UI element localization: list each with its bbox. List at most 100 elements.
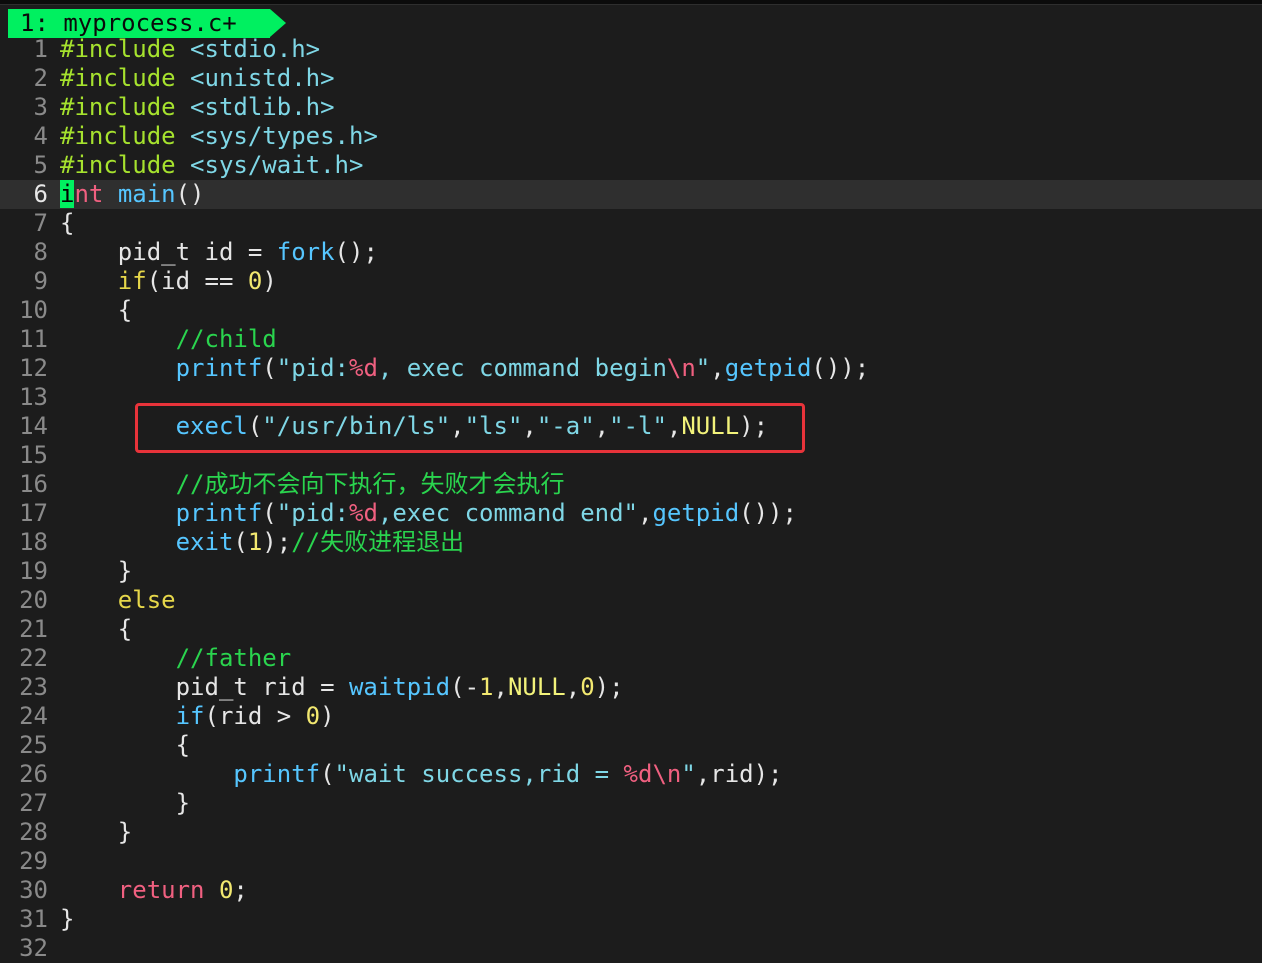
code-token: { bbox=[60, 731, 191, 759]
line-number: 7 bbox=[33, 209, 48, 237]
code-line[interactable]: 31} bbox=[0, 905, 1262, 934]
code-line[interactable]: 26 printf("wait success,rid = %d\n",rid)… bbox=[0, 760, 1262, 789]
text-cursor: i bbox=[60, 180, 75, 208]
line-text: } bbox=[60, 557, 132, 585]
line-text: #include <unistd.h> bbox=[60, 64, 335, 92]
line-text: pid_t id = fork(); bbox=[60, 238, 378, 266]
code-token: <stdio.h> bbox=[190, 35, 321, 63]
code-token: 0 bbox=[247, 267, 263, 295]
code-line[interactable]: 20 else bbox=[0, 586, 1262, 615]
code-line[interactable]: 12 printf("pid:%d, exec command begin\n"… bbox=[0, 354, 1262, 383]
code-token: "pid: bbox=[276, 354, 349, 382]
code-token: else bbox=[117, 586, 176, 614]
code-token: //child bbox=[175, 325, 277, 353]
line-text: { bbox=[60, 209, 74, 237]
code-token: if bbox=[117, 267, 147, 295]
line-number: 13 bbox=[19, 383, 48, 411]
code-token: getpid bbox=[652, 499, 740, 527]
code-line[interactable]: 27 } bbox=[0, 789, 1262, 818]
code-line[interactable]: 24 if(rid > 0) bbox=[0, 702, 1262, 731]
line-number: 9 bbox=[33, 267, 48, 295]
code-line[interactable]: 23 pid_t rid = waitpid(-1,NULL,0); bbox=[0, 673, 1262, 702]
line-number: 11 bbox=[19, 325, 48, 353]
code-token: NULL bbox=[507, 673, 566, 701]
line-text: //child bbox=[60, 325, 277, 353]
code-line[interactable]: 29 bbox=[0, 847, 1262, 876]
code-token: //成功不会向下执行，失败才会执行 bbox=[175, 470, 565, 498]
line-text: return 0; bbox=[60, 876, 248, 904]
code-line[interactable]: 6 int main() bbox=[0, 180, 1262, 209]
line-number: 26 bbox=[19, 760, 48, 788]
code-line[interactable]: 25 { bbox=[0, 731, 1262, 760]
code-token: { bbox=[60, 615, 133, 643]
line-text: if(id == 0) bbox=[60, 267, 277, 295]
code-line[interactable]: 5 #include <sys/wait.h> bbox=[0, 151, 1262, 180]
code-line[interactable]: 30 return 0; bbox=[0, 876, 1262, 905]
code-token: (id == bbox=[146, 267, 248, 295]
code-token: "wait success,rid = bbox=[334, 760, 624, 788]
code-token: ( bbox=[233, 528, 248, 556]
code-line[interactable]: 21 { bbox=[0, 615, 1262, 644]
line-text: printf("pid:%d,exec command end",getpid(… bbox=[60, 499, 797, 527]
code-line[interactable]: 4 #include <sys/types.h> bbox=[0, 122, 1262, 151]
code-line[interactable]: 8 pid_t id = fork(); bbox=[0, 238, 1262, 267]
code-line[interactable]: 32 bbox=[0, 934, 1262, 963]
line-number: 30 bbox=[19, 876, 48, 904]
code-line[interactable]: 11 //child bbox=[0, 325, 1262, 354]
code-area[interactable]: 1 #include <stdio.h> 2 #include <unistd.h> 3… bbox=[0, 35, 1262, 963]
code-line[interactable]: 17 printf("pid:%d,exec command end",getp… bbox=[0, 499, 1262, 528]
line-number: 6 bbox=[33, 180, 48, 208]
code-token: waitpid bbox=[348, 673, 451, 701]
code-token: pid_t rid = bbox=[60, 673, 349, 701]
code-line[interactable]: 16 //成功不会向下执行，失败才会执行 bbox=[0, 470, 1262, 499]
code-line[interactable]: 3 #include <stdlib.h> bbox=[0, 93, 1262, 122]
line-number: 12 bbox=[19, 354, 48, 382]
code-line[interactable]: 7{ bbox=[0, 209, 1262, 238]
code-token: , bbox=[493, 673, 508, 701]
line-text: exit(1);//失败进程退出 bbox=[60, 528, 465, 556]
code-token: ) bbox=[320, 702, 335, 730]
code-token: ()); bbox=[739, 499, 797, 527]
execl-highlight-box bbox=[135, 403, 805, 453]
tab-myprocess[interactable]: 1: myprocess.c+ bbox=[8, 9, 270, 38]
code-token: (); bbox=[334, 238, 378, 266]
code-line[interactable]: 1 #include <stdio.h> bbox=[0, 35, 1262, 64]
code-line[interactable]: 18 exit(1);//失败进程退出 bbox=[0, 528, 1262, 557]
line-number: 28 bbox=[19, 818, 48, 846]
line-number: 27 bbox=[19, 789, 48, 817]
line-text: #include <sys/types.h> bbox=[60, 122, 378, 150]
tab-line: 1: myprocess.c+ bbox=[0, 4, 1262, 38]
code-line[interactable]: 22 //father bbox=[0, 644, 1262, 673]
code-token: { bbox=[60, 209, 75, 237]
code-token: #include bbox=[60, 93, 176, 121]
line-number: 21 bbox=[19, 615, 48, 643]
code-line[interactable]: 2 #include <unistd.h> bbox=[0, 64, 1262, 93]
code-token: "pid: bbox=[276, 499, 349, 527]
line-number: 32 bbox=[19, 934, 48, 962]
code-token: } bbox=[60, 789, 191, 817]
code-token: , bbox=[565, 673, 581, 701]
code-token: () bbox=[175, 180, 205, 208]
code-line[interactable]: 28 } bbox=[0, 818, 1262, 847]
code-token: \n bbox=[666, 354, 696, 382]
code-token: } bbox=[60, 818, 133, 846]
code-token: #include bbox=[60, 64, 176, 92]
line-text: } bbox=[60, 818, 132, 846]
code-token: ()); bbox=[811, 354, 870, 382]
line-number: 31 bbox=[19, 905, 48, 933]
code-line[interactable]: 19 } bbox=[0, 557, 1262, 586]
vim-editor[interactable]: 1: myprocess.c+ 1 #include <stdio.h> 2 #inc… bbox=[0, 0, 1262, 962]
code-token: , bbox=[710, 354, 725, 382]
code-token: //失败进程退出 bbox=[291, 528, 465, 556]
code-line[interactable]: 9 if(id == 0) bbox=[0, 267, 1262, 296]
code-line[interactable]: 10 { bbox=[0, 296, 1262, 325]
code-token: nt bbox=[74, 180, 104, 208]
